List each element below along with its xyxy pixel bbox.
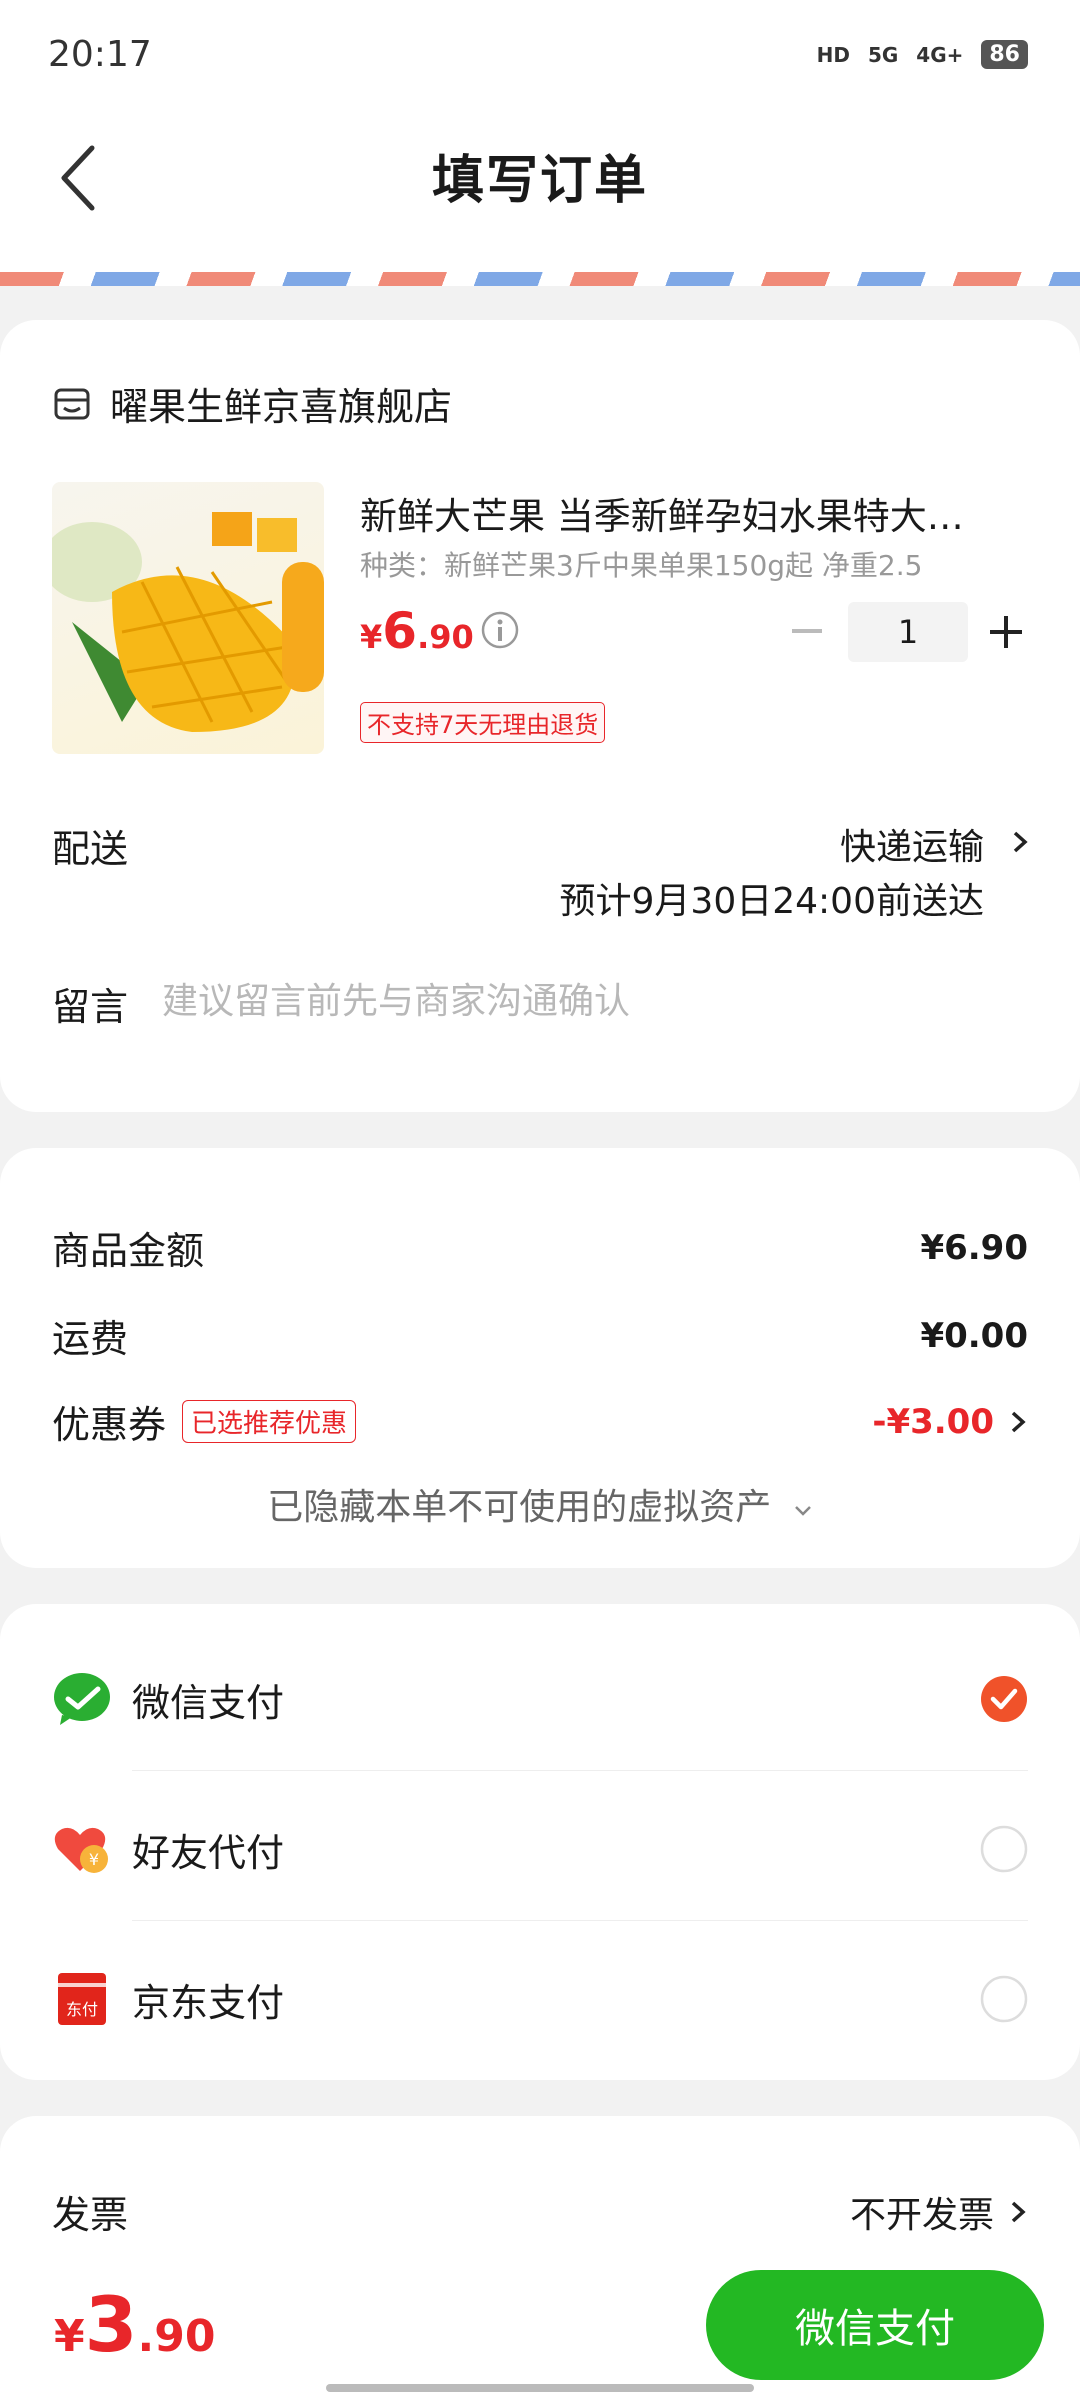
payment-label-jd: 京东支付: [132, 1980, 285, 2025]
goods-amount-label: 商品金额: [52, 1229, 205, 1273]
divider: [132, 1920, 1028, 1921]
message-input[interactable]: [160, 980, 1024, 1023]
product-title[interactable]: 新鲜大芒果 当季新鲜孕妇水果特大…: [360, 486, 1010, 540]
page-title: 填写订单: [431, 151, 648, 211]
payment-methods-card: 微信支付 ¥ 好友代付 东付 京东支付: [0, 1604, 1080, 2080]
chevron-right-icon[interactable]: [1008, 1408, 1028, 1436]
status-bar: 20:17 HD 5G 4G+ 86: [0, 0, 1080, 120]
svg-text:东付: 东付: [66, 2000, 98, 2019]
coupon-label: 优惠券: [52, 1403, 167, 1447]
battery-icon: 86: [981, 40, 1028, 69]
store-icon: [54, 388, 90, 419]
delivery-mode[interactable]: 快递运输: [840, 818, 984, 870]
coupon-value[interactable]: -¥3.00: [872, 1402, 994, 1442]
signal-5g-icon: 5G: [867, 42, 899, 67]
store-name: 曜果生鲜京喜旗舰店: [110, 385, 453, 429]
coupon-recommended-tag: 已选推荐优惠: [182, 1400, 357, 1443]
friend-pay-icon: ¥: [54, 1827, 108, 1873]
product-spec[interactable]: 种类：新鲜芒果3斤中果单果150g起 净重2.5: [360, 544, 1010, 584]
airmail-stripe-divider: [0, 272, 1080, 286]
svg-text:¥: ¥: [89, 1850, 99, 1869]
product-image[interactable]: [52, 482, 324, 754]
shipping-value: ¥0.00: [920, 1315, 1028, 1356]
payment-label-friend: 好友代付: [132, 1830, 285, 1875]
checkout-bar: ¥3.90 微信支付: [0, 2250, 1080, 2400]
info-icon[interactable]: [480, 610, 520, 650]
wechat-pay-icon: [54, 1673, 110, 1725]
goods-amount-row: 商品金额 ¥6.90: [52, 1220, 1028, 1275]
order-card: 曜果生鲜京喜旗舰店 新鲜大芒果 当季新鲜孕妇水果特大… 种类：新鲜芒果3斤中果单…: [0, 320, 1080, 1112]
radio-unselected-icon[interactable]: [980, 1825, 1028, 1873]
page-header: 填写订单: [0, 120, 1080, 280]
hidden-assets-text: 已隐藏本单不可使用的虚拟资产: [267, 1487, 772, 1528]
jd-pay-icon: 东付: [58, 1973, 106, 2025]
hidden-assets-toggle[interactable]: 已隐藏本单不可使用的虚拟资产: [0, 1478, 1080, 1530]
hd-indicator: HD: [816, 42, 850, 67]
home-indicator[interactable]: [326, 2384, 754, 2392]
quantity-decrease-button[interactable]: [790, 614, 824, 648]
shipping-row: 运费 ¥0.00: [52, 1308, 1028, 1363]
chevron-right-icon[interactable]: [1010, 828, 1030, 856]
coupon-row[interactable]: 优惠券 已选推荐优惠 -¥3.00: [52, 1394, 1028, 1449]
invoice-value[interactable]: 不开发票: [850, 2186, 994, 2238]
status-time: 20:17: [48, 34, 152, 75]
invoice-row[interactable]: 发票 不开发票: [52, 2184, 1028, 2239]
signal-4g-icon: 4G+: [916, 42, 964, 67]
store-row[interactable]: 曜果生鲜京喜旗舰店: [52, 376, 452, 431]
price-summary-card: 商品金额 ¥6.90 运费 ¥0.00 优惠券 已选推荐优惠 -¥3.00 已隐…: [0, 1148, 1080, 1568]
chevron-right-icon[interactable]: [1008, 2198, 1028, 2226]
chevron-down-icon: [794, 1506, 811, 1516]
quantity-value[interactable]: 1: [848, 602, 968, 662]
delivery-eta: 预计9月30日24:00前送达: [559, 881, 984, 922]
radio-unselected-icon[interactable]: [980, 1975, 1028, 2023]
payment-label-wechat: 微信支付: [132, 1680, 285, 1725]
status-icons: HD 5G 4G+ 86: [817, 40, 1028, 69]
divider: [132, 1770, 1028, 1771]
goods-amount-value: ¥6.90: [920, 1227, 1028, 1268]
message-label: 留言: [52, 985, 129, 1029]
payment-option-wechat[interactable]: 微信支付: [52, 1624, 1028, 1774]
radio-selected-icon[interactable]: [980, 1675, 1028, 1723]
payment-option-friend[interactable]: ¥ 好友代付: [52, 1774, 1028, 1924]
total-price: ¥3.90: [54, 2280, 216, 2369]
payment-option-jd[interactable]: 东付 京东支付: [52, 1924, 1028, 2074]
product-price: ¥6.90: [360, 602, 474, 660]
pay-button[interactable]: 微信支付: [706, 2270, 1044, 2380]
shipping-label: 运费: [52, 1317, 129, 1361]
return-policy-tag: 不支持7天无理由退货: [360, 702, 606, 743]
invoice-label: 发票: [52, 2193, 129, 2237]
quantity-increase-button[interactable]: [988, 614, 1024, 650]
delivery-label: 配送: [52, 827, 129, 871]
